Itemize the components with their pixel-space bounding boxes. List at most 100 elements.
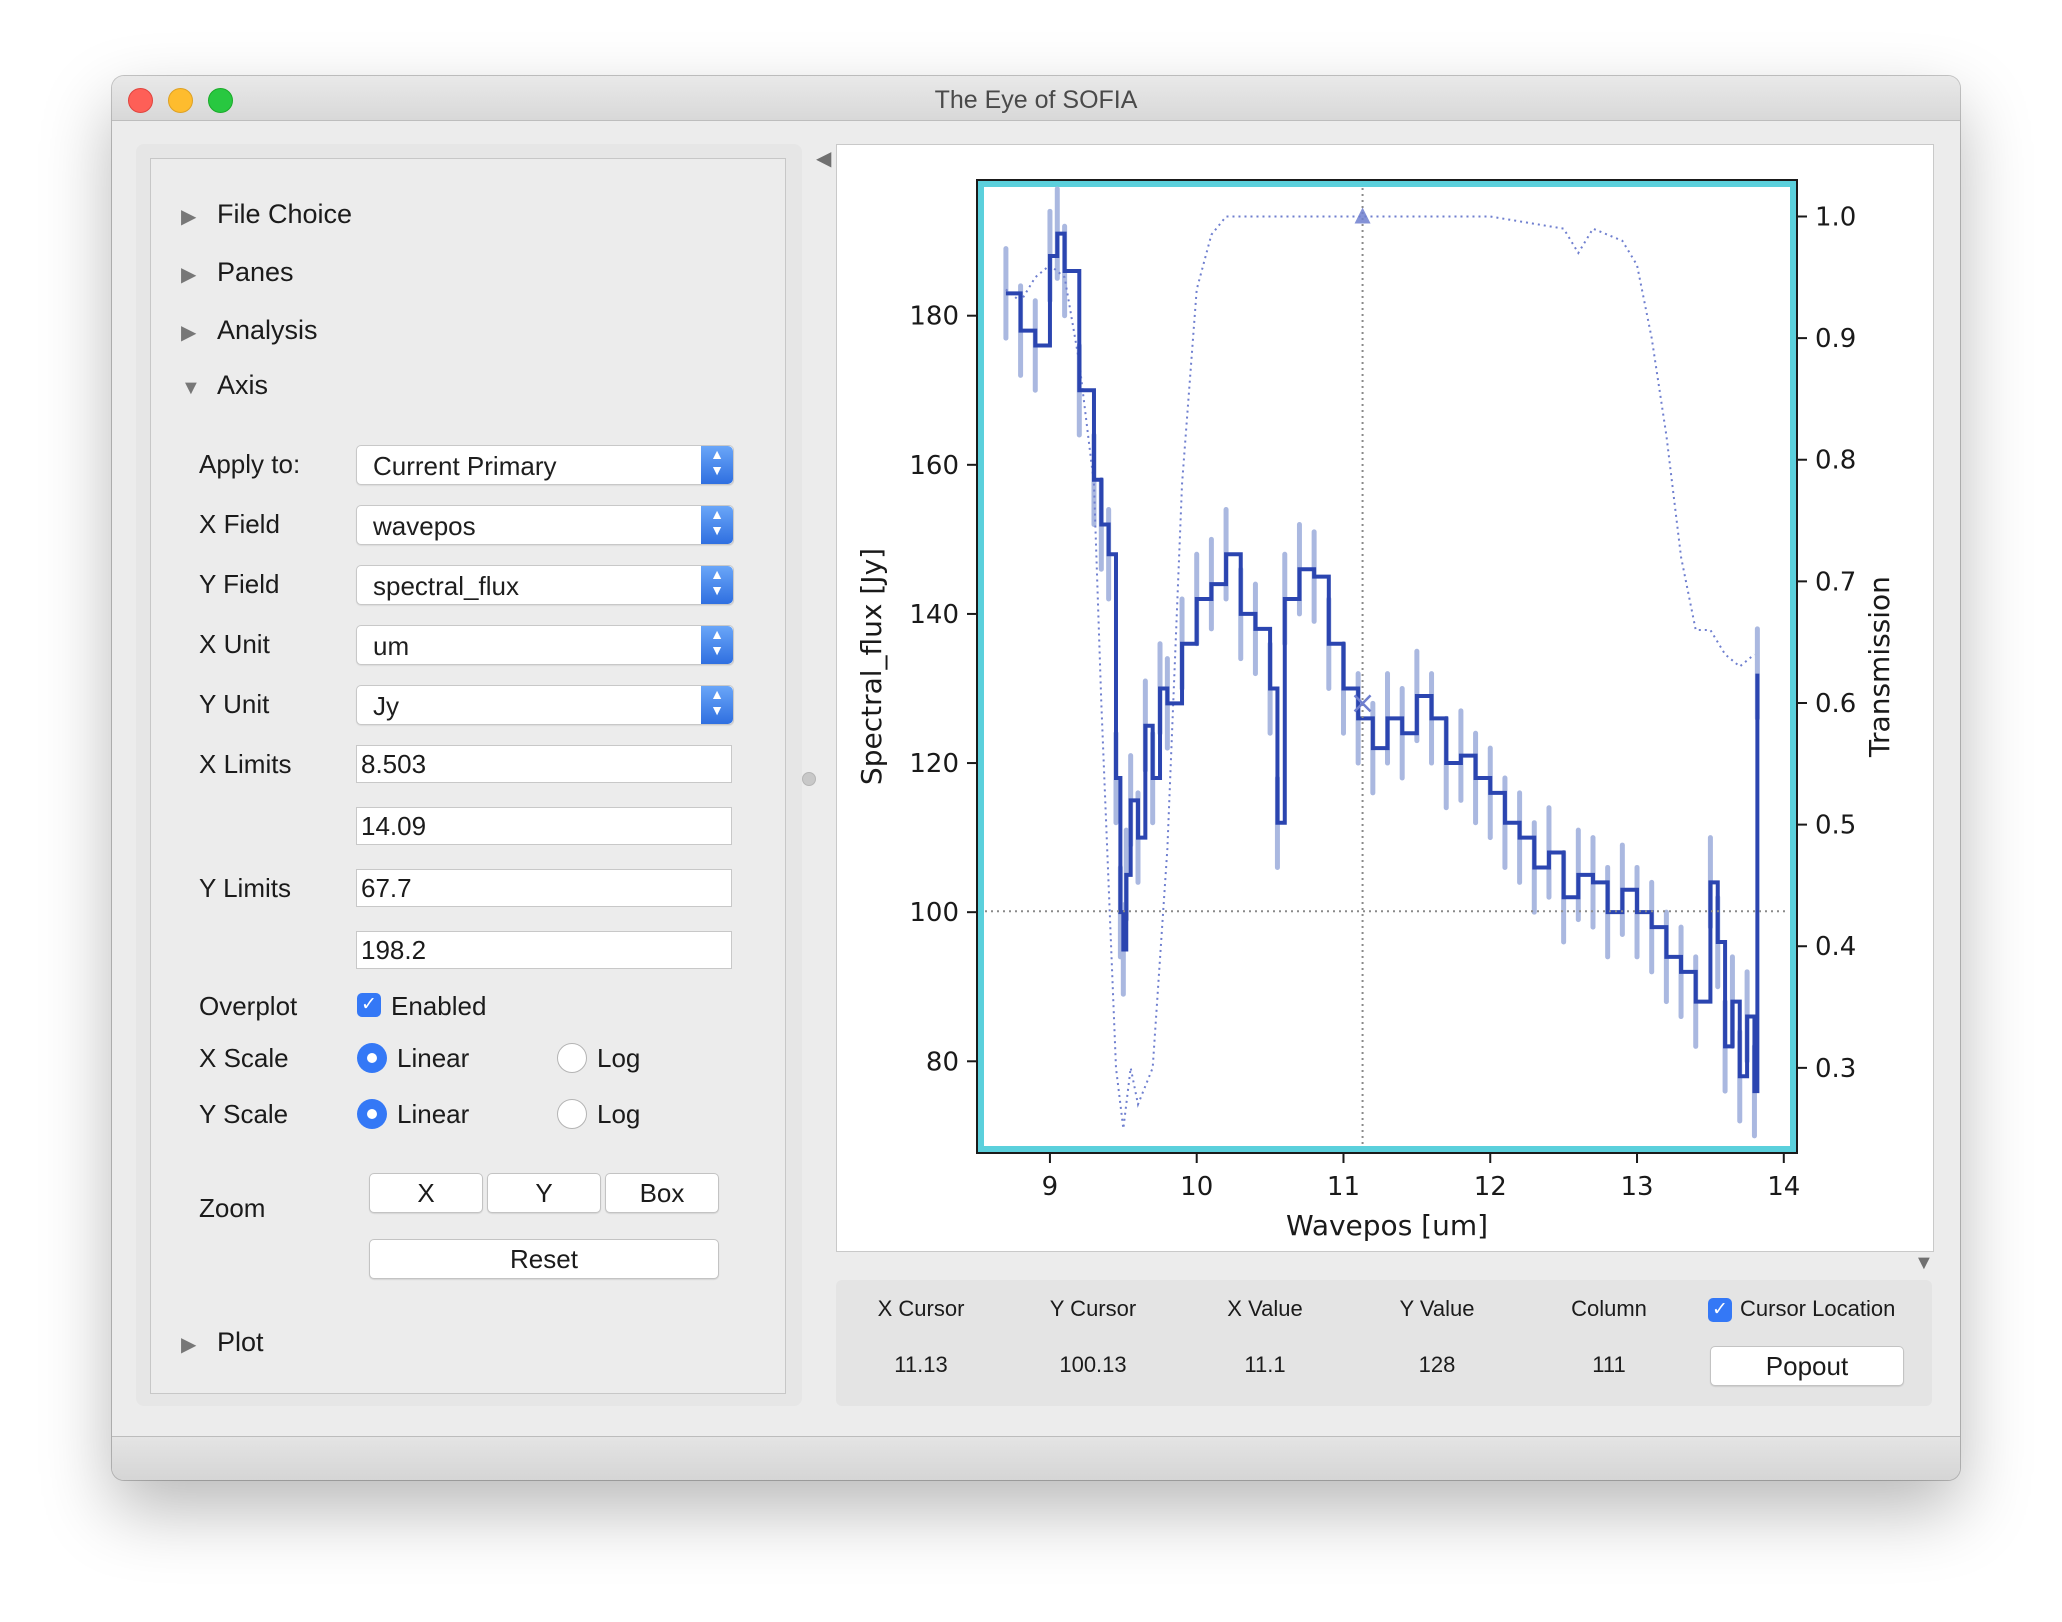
y-scale-log-radio[interactable] [557, 1099, 587, 1129]
x-value-value: 11.1 [1244, 1352, 1286, 1377]
x-cursor-value: 11.13 [894, 1352, 948, 1377]
apply-to-label: Apply to: [199, 449, 301, 479]
section-label: Axis [217, 370, 269, 400]
section-plot[interactable]: ▶ Plot [181, 1327, 264, 1363]
x-tick-label: 9 [1042, 1172, 1059, 1202]
overplot-label: Overplot [199, 991, 298, 1021]
section-panes[interactable]: ▶ Panes [181, 257, 294, 293]
x-limit-max-input[interactable] [356, 807, 732, 845]
y-tick-label: 100 [909, 898, 959, 928]
collapse-left-arrow-icon[interactable]: ◀ [816, 146, 831, 171]
y-unit-select[interactable]: Jy ▲ ▼ [356, 685, 734, 725]
y-tick-label: 180 [909, 302, 959, 332]
overplot-enabled-label: Enabled [391, 991, 487, 1021]
title-bar: The Eye of SOFIA [112, 76, 1960, 121]
zoom-label: Zoom [199, 1193, 266, 1223]
y-cursor-value: 100.13 [1059, 1352, 1127, 1377]
y-scale-linear-radio[interactable] [357, 1099, 387, 1129]
status-strip [112, 1436, 1960, 1480]
overplot-checkbox[interactable]: ✓ [357, 993, 381, 1017]
column-value: 111 [1592, 1352, 1626, 1377]
y-axis-label: Spectral_flux [Jy] [855, 548, 888, 785]
y-value-header: Y Value [1399, 1296, 1475, 1321]
apply-to-value: Current Primary [373, 451, 557, 481]
y-tick-label: 80 [926, 1047, 959, 1077]
y-limits-label: Y Limits [199, 873, 291, 903]
expand-arrow-icon: ▶ [181, 206, 197, 228]
x-field-label: X Field [199, 509, 280, 539]
apply-to-select[interactable]: Current Primary ▲ ▼ [356, 445, 734, 485]
x-scale-log-radio[interactable] [557, 1043, 587, 1073]
section-axis[interactable]: ▼ Axis [181, 370, 268, 406]
x-field-value: wavepos [373, 511, 476, 541]
axes-frame [976, 179, 1798, 1154]
y2-tick-label: 0.9 [1815, 324, 1856, 354]
collapse-down-arrow-icon[interactable]: ▼ [1914, 1252, 1934, 1275]
zoom-box-button[interactable]: Box [605, 1173, 719, 1213]
chevron-updown-icon: ▲ ▼ [701, 446, 733, 484]
y-unit-value: Jy [373, 691, 399, 721]
y2-tick-label: 0.5 [1815, 811, 1856, 841]
x-value-header: X Value [1227, 1296, 1303, 1321]
y-tick-label: 140 [909, 600, 959, 630]
x-tick-label: 11 [1327, 1172, 1360, 1202]
expand-arrow-icon: ▶ [181, 322, 197, 344]
x-scale-linear-radio[interactable] [357, 1043, 387, 1073]
zoom-reset-button[interactable]: Reset [369, 1239, 719, 1279]
y-field-value: spectral_flux [373, 571, 519, 601]
y2-tick-label: 0.3 [1815, 1054, 1856, 1084]
x-field-select[interactable]: wavepos ▲ ▼ [356, 505, 734, 545]
expand-arrow-icon: ▶ [181, 1334, 197, 1356]
splitter-handle[interactable] [802, 772, 816, 786]
chevron-updown-icon: ▲ ▼ [701, 686, 733, 724]
spectrum-chart[interactable]: 9 10 11 12 13 14 80 100 120 140 160 180 0.3 0.4 0.5 0.6… [837, 145, 1933, 1251]
y2-tick-label: 0.8 [1815, 446, 1856, 476]
x-tick-label: 14 [1767, 1172, 1800, 1202]
chevron-updown-icon: ▲ ▼ [701, 566, 733, 604]
section-analysis[interactable]: ▶ Analysis [181, 315, 318, 351]
popout-button[interactable]: Popout [1710, 1346, 1904, 1386]
section-file-choice[interactable]: ▶ File Choice [181, 199, 352, 235]
y-limit-max-input[interactable] [356, 931, 732, 969]
x-scale-label: X Scale [199, 1043, 289, 1073]
x-scale-linear-label: Linear [397, 1043, 470, 1073]
y-tick-label: 120 [909, 749, 959, 779]
collapse-arrow-icon: ▼ [181, 377, 201, 399]
chevron-updown-icon: ▲ ▼ [701, 626, 733, 664]
x-limit-min-input[interactable] [356, 745, 732, 783]
x-tick-label: 13 [1620, 1172, 1653, 1202]
y2-tick-label: 0.7 [1815, 567, 1856, 597]
x-unit-value: um [373, 631, 410, 661]
cursor-location-checkbox[interactable]: ✓ [1708, 1298, 1732, 1322]
y-scale-label: Y Scale [199, 1099, 289, 1129]
x-axis-label: Wavepos [um] [1286, 1209, 1488, 1242]
control-panel: ▶ File Choice ▶ Panes ▶ Analysis ▼ Axis Appl… [136, 144, 802, 1406]
y-scale-log-label: Log [597, 1099, 641, 1129]
y-tick-label: 160 [909, 451, 959, 481]
expand-arrow-icon: ▶ [181, 264, 197, 286]
zoom-x-button[interactable]: X [369, 1173, 483, 1213]
cursor-location-label: Cursor Location [1740, 1296, 1896, 1321]
x-tick-label: 10 [1180, 1172, 1213, 1202]
chevron-updown-icon: ▲ ▼ [701, 506, 733, 544]
x-scale-log-label: Log [597, 1043, 641, 1073]
plot-area[interactable]: 9 10 11 12 13 14 80 100 120 140 160 180 0.3 0.4 0.5 0.6… [836, 144, 1934, 1252]
x-cursor-header: X Cursor [877, 1296, 965, 1321]
y-scale-linear-label: Linear [397, 1099, 470, 1129]
section-label: Panes [217, 257, 294, 287]
x-tick-label: 12 [1474, 1172, 1507, 1202]
zoom-y-button[interactable]: Y [487, 1173, 601, 1213]
y-field-select[interactable]: spectral_flux ▲ ▼ [356, 565, 734, 605]
section-label: Analysis [217, 315, 318, 345]
section-label: File Choice [217, 199, 353, 229]
control-panel-inner: ▶ File Choice ▶ Panes ▶ Analysis ▼ Axis Appl… [150, 158, 786, 1394]
y-limit-min-input[interactable] [356, 869, 732, 907]
y2-tick-label: 1.0 [1815, 202, 1856, 232]
y2-axis-label: Transmission [1863, 576, 1896, 758]
y-cursor-header: Y Cursor [1049, 1296, 1137, 1321]
y-value-value: 128 [1418, 1352, 1456, 1377]
y2-tick-label: 0.4 [1815, 932, 1856, 962]
x-unit-select[interactable]: um ▲ ▼ [356, 625, 734, 665]
x-unit-label: X Unit [199, 629, 270, 659]
column-header: Column [1571, 1296, 1647, 1321]
